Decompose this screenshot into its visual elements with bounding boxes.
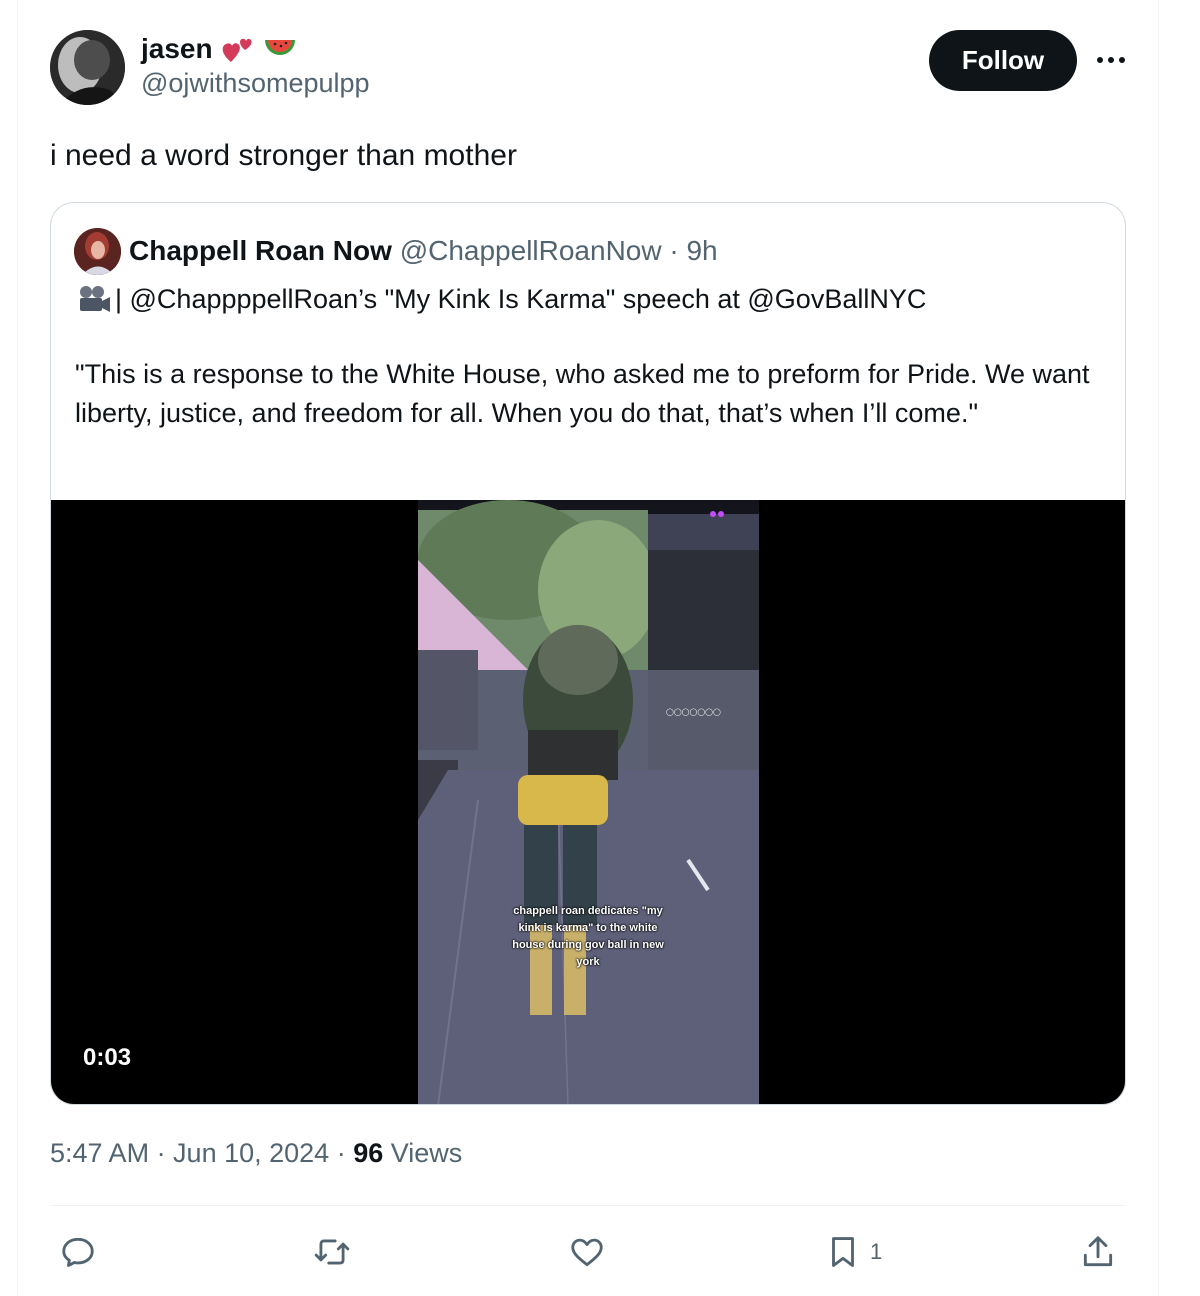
quoted-first-line: | @ChappppellRoan’s "My Kink Is Karma" s…	[75, 279, 926, 319]
share-icon	[1083, 1236, 1113, 1267]
video-caption: chappell roan dedicates "my kink is karm…	[512, 905, 664, 968]
two-hearts-icon	[222, 38, 252, 62]
quoted-quote-text: "This is a response to the White House, …	[75, 359, 1090, 428]
bookmark-icon	[832, 1237, 854, 1267]
video-duration: 0:03	[83, 1044, 132, 1071]
actions-divider	[50, 1205, 1126, 1206]
reply-icon	[62, 1237, 94, 1267]
tweet-timestamp-row: 5:47 AM · Jun 10, 2024 · 96 Views	[50, 1138, 462, 1169]
views-label: Views	[383, 1138, 463, 1168]
quoted-author-handle[interactable]: @ChappellRoanNow	[400, 235, 662, 266]
quoted-avatar-image	[74, 228, 121, 275]
reply-button[interactable]	[59, 1222, 97, 1282]
follow-button[interactable]: Follow	[929, 30, 1077, 91]
more-options-icon[interactable]	[1094, 48, 1128, 72]
quoted-tweet[interactable]: Chappell Roan Now @ChappellRoanNow · 9h …	[50, 202, 1126, 1105]
retweet-button[interactable]	[313, 1222, 351, 1282]
movie-camera-icon	[80, 286, 110, 312]
heart-icon	[571, 1238, 603, 1267]
watermelon-icon	[264, 40, 295, 55]
author-name-row[interactable]: jasen	[141, 30, 297, 68]
quoted-first-line-text: | @ChappppellRoan’s "My Kink Is Karma" s…	[115, 284, 927, 314]
bookmark-count: 1	[870, 1239, 883, 1264]
quoted-header: Chappell Roan Now @ChappellRoanNow · 9h	[129, 231, 718, 271]
retweet-icon	[314, 1239, 350, 1265]
video-player[interactable]: ◯◯◯◯◯◯◯ chappell roan dedicates "my kink…	[51, 500, 1125, 1104]
bookmark-button[interactable]: 1	[824, 1222, 882, 1282]
like-button[interactable]	[568, 1222, 606, 1282]
video-scene	[418, 500, 759, 1104]
tweet-timestamp[interactable]: 5:47 AM · Jun 10, 2024 ·	[50, 1138, 353, 1168]
author-name[interactable]: jasen	[141, 33, 213, 65]
video-watermark: ◯◯◯◯◯◯◯	[666, 709, 721, 716]
tweet-actions-bar: 1	[0, 1222, 1200, 1282]
share-button[interactable]	[1079, 1222, 1117, 1282]
author-avatar[interactable]	[50, 30, 125, 105]
video-frame: ◯◯◯◯◯◯◯ chappell roan dedicates "my kink…	[418, 500, 759, 1104]
views-count: 96	[353, 1138, 384, 1168]
avatar-image	[50, 30, 125, 105]
quoted-avatar[interactable]	[74, 228, 121, 275]
quoted-separator: ·	[669, 235, 687, 266]
quoted-author-name[interactable]: Chappell Roan Now	[129, 235, 392, 266]
author-handle[interactable]: @ojwithsomepulpp	[141, 68, 370, 99]
quoted-time[interactable]: 9h	[686, 235, 717, 266]
tweet-text: i need a word stronger than mother	[50, 139, 517, 172]
